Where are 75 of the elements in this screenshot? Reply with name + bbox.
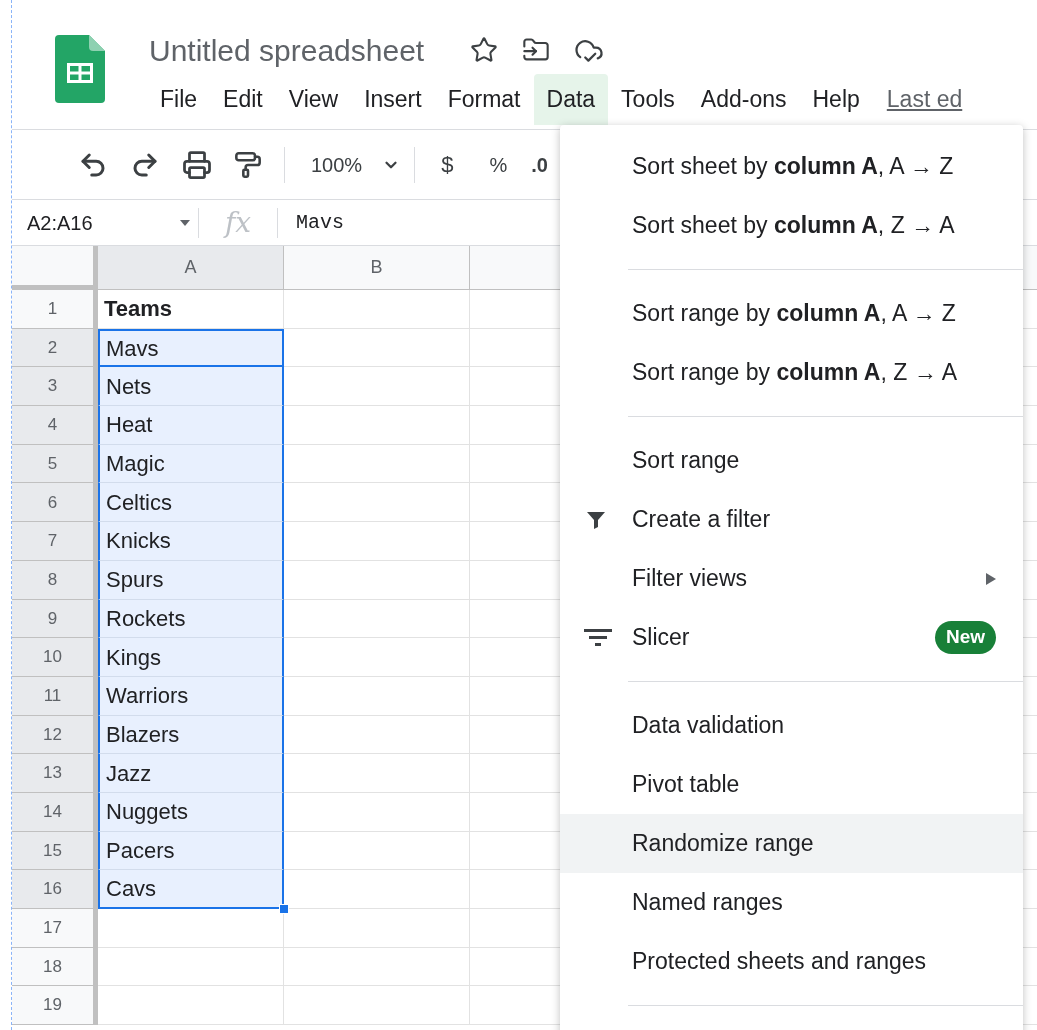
menu-item[interactable]: Tools: [608, 74, 688, 125]
table-cell: Teams: [98, 290, 284, 329]
zoom-select[interactable]: 100%: [311, 149, 401, 180]
menu-item[interactable]: Randomize range: [560, 814, 1023, 873]
caret-icon: [180, 219, 190, 226]
row-header[interactable]: 13: [12, 754, 98, 793]
row-header[interactable]: 16: [12, 870, 98, 909]
row-header[interactable]: 17: [12, 909, 98, 948]
row-header[interactable]: 1: [12, 290, 98, 329]
row-header[interactable]: 11: [12, 676, 98, 716]
fx-label: fx: [222, 204, 253, 241]
table-cell: Rockets: [98, 599, 284, 639]
menu-item[interactable]: Add-ons: [687, 74, 800, 125]
print-icon[interactable]: [182, 149, 212, 180]
table-cell: Nets: [98, 367, 284, 407]
last-edit-link[interactable]: Last ed: [886, 88, 963, 111]
menu-item[interactable]: Protected sheets and ranges: [560, 932, 1023, 991]
table-cell: Knicks: [98, 522, 284, 561]
column-header[interactable]: A: [98, 246, 284, 289]
name-box[interactable]: A2:A16: [12, 200, 198, 245]
menu-item[interactable]: File: [147, 74, 211, 125]
fill-handle[interactable]: [279, 904, 289, 914]
row-header[interactable]: 10: [12, 638, 98, 677]
table-cell: Jazz: [98, 754, 284, 793]
row-header[interactable]: 5: [12, 444, 98, 484]
column-header[interactable]: B: [284, 246, 470, 289]
formula-input[interactable]: Mavs: [278, 207, 344, 238]
star-icon[interactable]: [470, 36, 499, 64]
menu-item[interactable]: Named ranges: [560, 873, 1023, 932]
table-cell: Warriors: [98, 676, 284, 716]
menu-item[interactable]: Data: [533, 74, 609, 125]
menu-item[interactable]: Edit: [210, 74, 276, 125]
row-header[interactable]: 2: [12, 328, 98, 368]
table-cell: Celtics: [98, 483, 284, 523]
menu-item[interactable]: Filter views: [560, 549, 1023, 608]
currency-button[interactable]: $: [441, 148, 454, 181]
row-header[interactable]: 8: [12, 560, 98, 600]
table-cell: Kings: [98, 638, 284, 677]
menu-item[interactable]: Insert: [351, 74, 435, 125]
paint-format-icon[interactable]: [234, 150, 262, 179]
menu-item[interactable]: Sort sheet by column A, A → Z: [560, 137, 1023, 196]
row-header[interactable]: 18: [12, 947, 98, 987]
menu-item[interactable]: Sort range by column A, Z → A: [560, 343, 1023, 402]
row-header[interactable]: 15: [12, 831, 98, 871]
menu-item[interactable]: Sort range: [560, 431, 1023, 490]
menu-item[interactable]: Help: [799, 74, 873, 125]
row-header[interactable]: 12: [12, 715, 98, 755]
menu-item[interactable]: Pivot table: [560, 755, 1023, 814]
new-badge: New: [934, 621, 996, 654]
row-header[interactable]: 4: [12, 406, 98, 445]
row-header[interactable]: 9: [12, 599, 98, 639]
decimal-button[interactable]: .0: [531, 149, 548, 180]
table-cell: Mavs: [98, 328, 284, 368]
menu-item[interactable]: Slicer New: [560, 608, 1023, 667]
table-cell: Magic: [98, 444, 284, 484]
row-header[interactable]: 14: [12, 792, 98, 832]
table-cell: Pacers: [98, 831, 284, 871]
slicer-icon: [584, 627, 612, 648]
table-cell: Nuggets: [98, 792, 284, 832]
sheets-logo-icon: [55, 35, 105, 103]
menu-item[interactable]: Sort range by column A, A → Z: [560, 284, 1023, 343]
menu-item[interactable]: Sort sheet by column A, Z → A: [560, 196, 1023, 255]
row-header[interactable]: 19: [12, 986, 98, 1026]
menu-item[interactable]: Create a filter: [560, 490, 1023, 549]
menu-item[interactable]: View: [275, 74, 352, 125]
menu-item[interactable]: Data validation: [560, 696, 1023, 755]
menu-item[interactable]: Format: [434, 74, 534, 125]
percent-button[interactable]: %: [489, 149, 508, 180]
row-header[interactable]: 6: [12, 483, 98, 523]
document-title[interactable]: Untitled spreadsheet: [147, 27, 427, 73]
table-cell: Heat: [98, 406, 284, 445]
row-header[interactable]: 7: [12, 522, 98, 561]
row-header[interactable]: 3: [12, 367, 98, 407]
table-cell: Blazers: [98, 715, 284, 755]
table-cell: Spurs: [98, 560, 284, 600]
